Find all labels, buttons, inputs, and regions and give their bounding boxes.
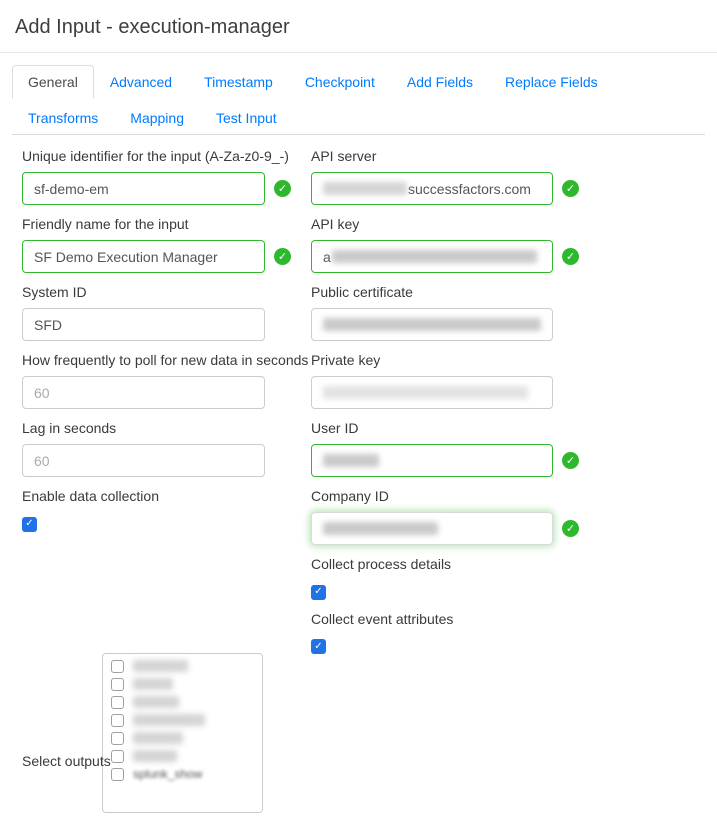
field-label: System ID — [22, 284, 311, 301]
valid-check-icon — [274, 180, 291, 197]
tab-general[interactable]: General — [12, 65, 94, 99]
field-label: Collect event attributes — [311, 611, 701, 628]
field-select-outputs: Select outputs — [22, 653, 311, 813]
add-input-dialog: Add Input - execution-manager General Ad… — [0, 0, 717, 824]
system-id-input[interactable] — [22, 308, 265, 341]
tab-advanced[interactable]: Advanced — [94, 65, 188, 99]
output-checkbox[interactable] — [111, 660, 124, 673]
valid-check-icon — [562, 520, 579, 537]
tab-mapping[interactable]: Mapping — [114, 101, 200, 135]
output-checkbox[interactable] — [111, 678, 124, 691]
redacted-option-label — [133, 696, 179, 708]
user-id-input[interactable] — [311, 444, 553, 477]
field-friendly-name: Friendly name for the input — [22, 216, 311, 273]
redacted-text — [323, 522, 438, 535]
field-label: Public certificate — [311, 284, 701, 301]
redacted-option-label — [133, 732, 183, 744]
redacted-text — [323, 454, 379, 467]
field-api-key: API key a — [311, 216, 701, 273]
collect-process-details-checkbox[interactable] — [311, 585, 326, 600]
valid-check-icon — [562, 248, 579, 265]
field-label: Unique identifier for the input (A-Za-z0… — [22, 148, 311, 165]
poll-frequency-input[interactable] — [22, 376, 265, 409]
output-option[interactable] — [111, 678, 254, 691]
private-key-input[interactable] — [311, 376, 553, 409]
valid-check-icon — [274, 248, 291, 265]
api-key-input[interactable]: a — [311, 240, 553, 273]
field-label: How frequently to poll for new data in s… — [22, 352, 311, 369]
field-enable-data-collection: Enable data collection — [22, 488, 311, 532]
lag-seconds-input[interactable] — [22, 444, 265, 477]
field-label: Private key — [311, 352, 701, 369]
field-public-certificate: Public certificate — [311, 284, 701, 341]
company-id-input[interactable] — [311, 512, 553, 545]
page-title: Add Input - execution-manager — [15, 16, 702, 39]
output-checkbox[interactable] — [111, 750, 124, 763]
redacted-option-label — [133, 714, 205, 726]
tab-timestamp[interactable]: Timestamp — [188, 65, 289, 99]
field-collect-event-attributes: Collect event attributes — [311, 611, 701, 655]
field-lag-seconds: Lag in seconds — [22, 420, 311, 477]
form-body: Unique identifier for the input (A-Za-z0… — [0, 135, 717, 824]
output-option[interactable]: splunk_show — [111, 768, 254, 781]
form-column-left: Unique identifier for the input (A-Za-z0… — [22, 148, 311, 824]
redacted-text — [323, 182, 407, 195]
redacted-text — [332, 250, 537, 263]
form-column-right: API server successfactors.com API key a — [311, 148, 701, 824]
tab-test-input[interactable]: Test Input — [200, 101, 293, 135]
tab-add-fields[interactable]: Add Fields — [391, 65, 489, 99]
redacted-option-label — [133, 678, 173, 690]
tab-replace-fields[interactable]: Replace Fields — [489, 65, 614, 99]
public-certificate-input[interactable] — [311, 308, 553, 341]
valid-check-icon — [562, 452, 579, 469]
field-company-id: Company ID — [311, 488, 701, 545]
field-collect-process-details: Collect process details — [311, 556, 701, 600]
field-label: Lag in seconds — [22, 420, 311, 437]
field-label: Friendly name for the input — [22, 216, 311, 233]
field-label: API server — [311, 148, 701, 165]
redacted-option-label — [133, 750, 177, 762]
api-server-input[interactable]: successfactors.com — [311, 172, 553, 205]
dialog-header: Add Input - execution-manager — [0, 0, 717, 53]
output-option[interactable] — [111, 660, 254, 673]
redacted-text — [323, 318, 541, 331]
field-label: Select outputs — [22, 753, 111, 770]
outputs-listbox[interactable]: splunk_show — [102, 653, 263, 813]
output-option[interactable] — [111, 696, 254, 709]
output-checkbox[interactable] — [111, 768, 124, 781]
field-label: User ID — [311, 420, 701, 437]
output-option[interactable] — [111, 750, 254, 763]
valid-check-icon — [562, 180, 579, 197]
enable-data-collection-checkbox[interactable] — [22, 517, 37, 532]
field-system-id: System ID — [22, 284, 311, 341]
friendly-name-input[interactable] — [22, 240, 265, 273]
field-label: API key — [311, 216, 701, 233]
output-option-label: splunk_show — [133, 767, 202, 781]
redacted-option-label — [133, 660, 188, 672]
field-label: Enable data collection — [22, 488, 311, 505]
field-poll-frequency: How frequently to poll for new data in s… — [22, 352, 311, 409]
unique-identifier-input[interactable] — [22, 172, 265, 205]
field-label: Company ID — [311, 488, 701, 505]
collect-event-attributes-checkbox[interactable] — [311, 639, 326, 654]
field-api-server: API server successfactors.com — [311, 148, 701, 205]
redacted-text — [323, 386, 528, 399]
output-checkbox[interactable] — [111, 696, 124, 709]
tab-checkpoint[interactable]: Checkpoint — [289, 65, 391, 99]
field-label: Collect process details — [311, 556, 701, 573]
tab-transforms[interactable]: Transforms — [12, 101, 114, 135]
output-checkbox[interactable] — [111, 714, 124, 727]
tab-bar: General Advanced Timestamp Checkpoint Ad… — [12, 65, 705, 135]
output-checkbox[interactable] — [111, 732, 124, 745]
output-option[interactable] — [111, 714, 254, 727]
field-user-id: User ID — [311, 420, 701, 477]
field-unique-identifier: Unique identifier for the input (A-Za-z0… — [22, 148, 311, 205]
output-option[interactable] — [111, 732, 254, 745]
field-private-key: Private key — [311, 352, 701, 409]
